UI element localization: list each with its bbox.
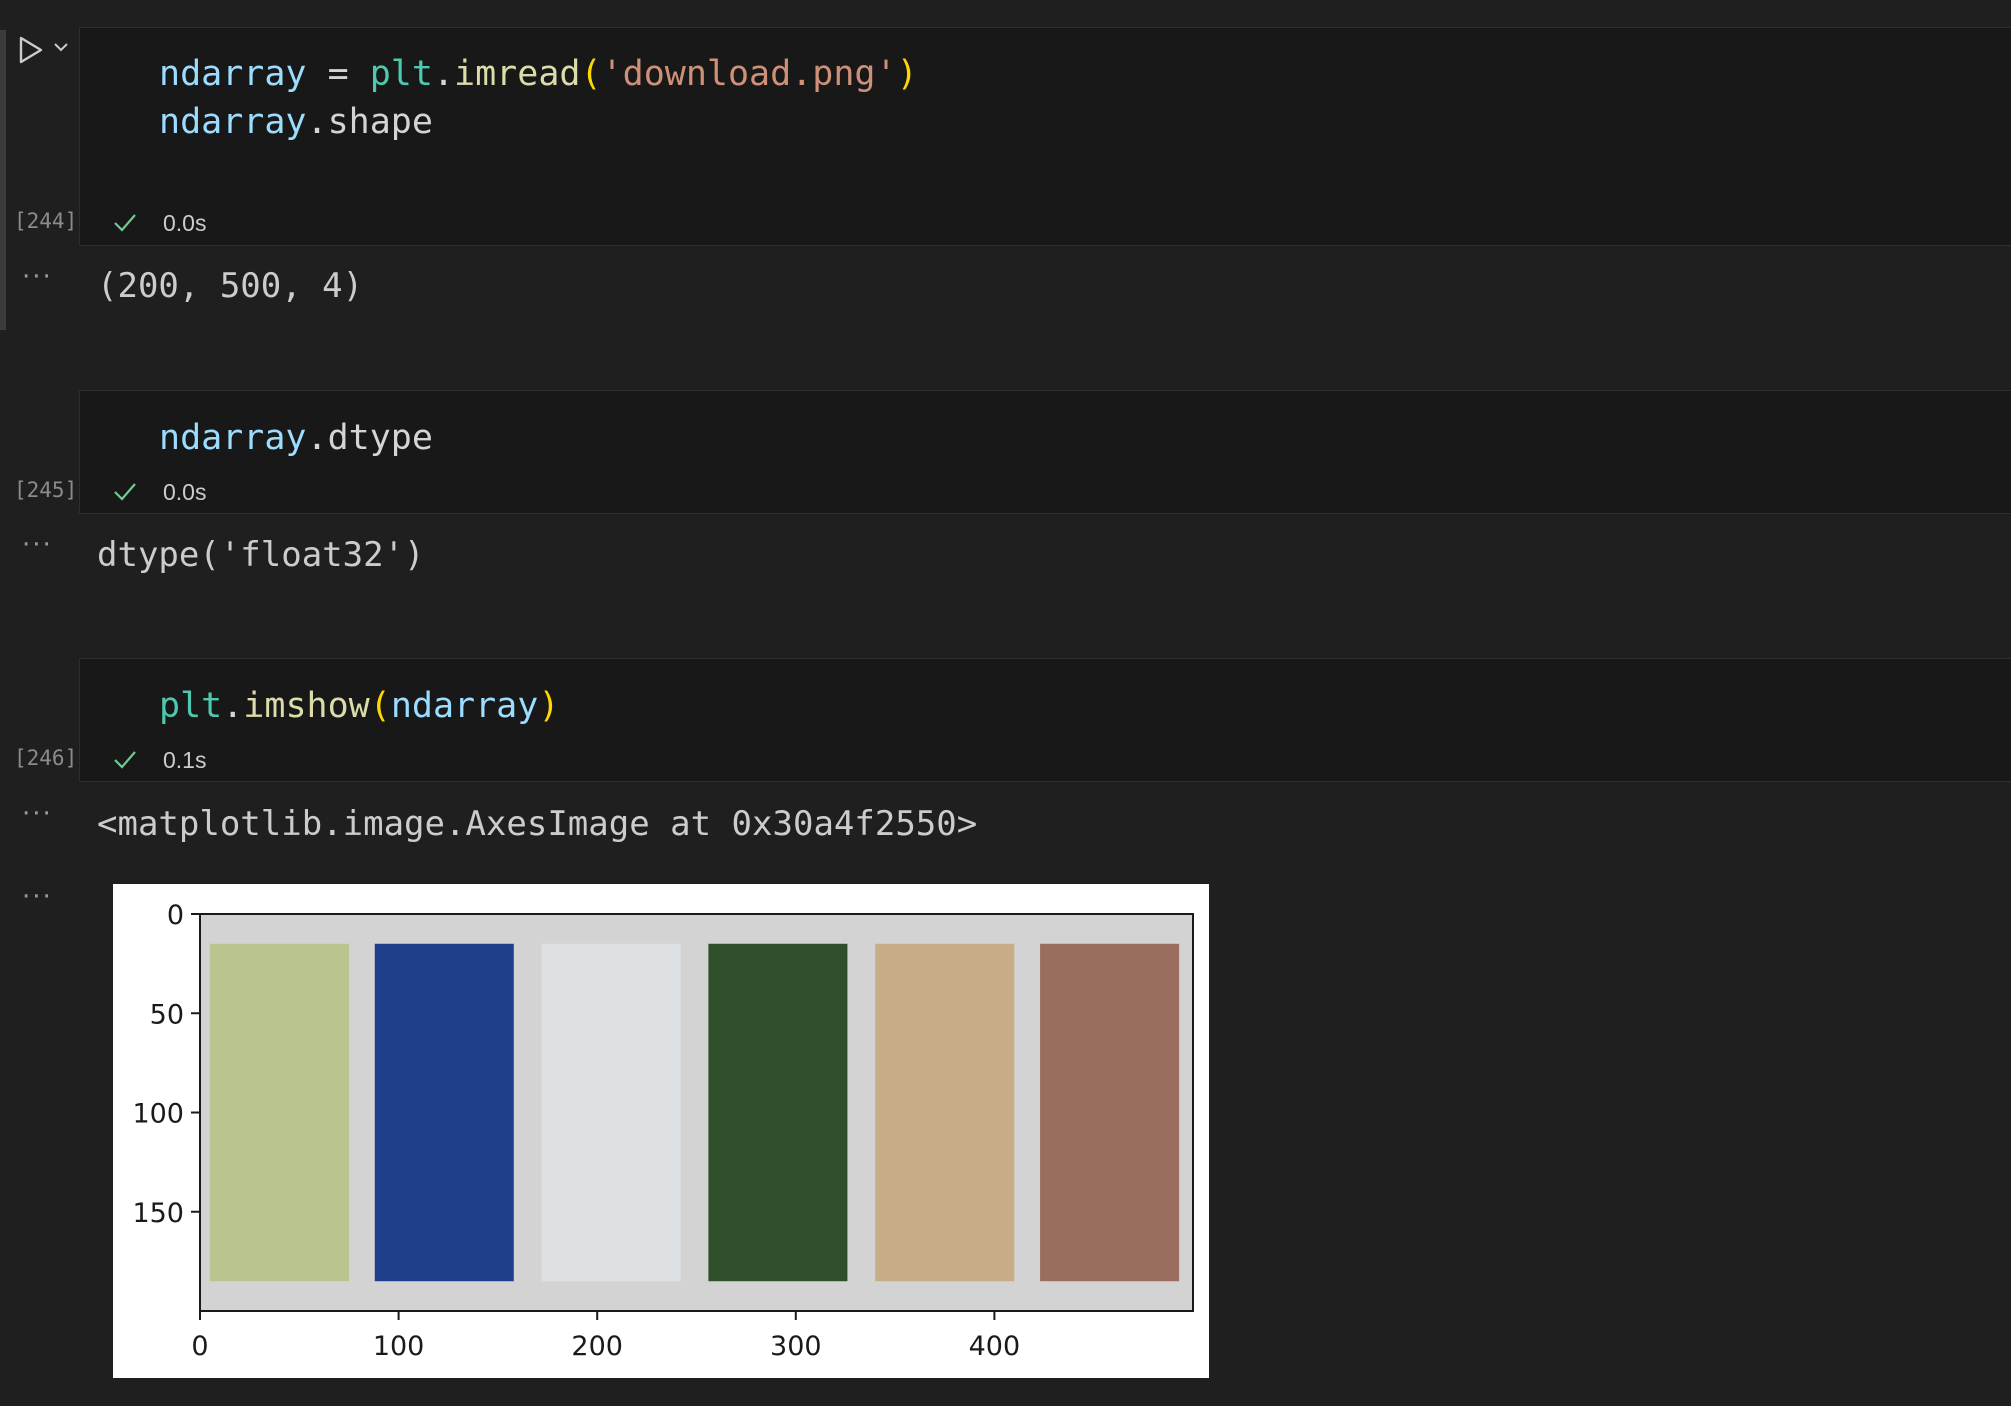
- image-panel-2: [374, 943, 514, 1282]
- output-focus-indicator: [0, 250, 6, 330]
- image-panel-6: [1040, 943, 1180, 1282]
- code-token: ): [896, 54, 918, 94]
- code-token: (: [369, 686, 391, 726]
- code-token: .shape: [306, 102, 433, 142]
- code-token: .: [432, 54, 455, 94]
- code-token: =: [306, 54, 370, 94]
- code-line[interactable]: ndarray.shape: [159, 98, 433, 146]
- execution-count: [244]: [14, 209, 78, 233]
- check-icon: [114, 214, 136, 232]
- execution-time: 0.1s: [163, 747, 207, 773]
- code-token: ndarray: [390, 686, 539, 726]
- cell-output: dtype('float32'): [97, 535, 425, 575]
- y-tick-label: 150: [132, 1198, 184, 1229]
- code-token: imshow: [243, 686, 370, 726]
- execution-time: 0.0s: [163, 479, 207, 505]
- output-toggle-button[interactable]: ···: [22, 799, 53, 829]
- image-panel-5: [875, 943, 1015, 1282]
- cell-output: (200, 500, 4): [97, 266, 364, 306]
- code-token: .dtype: [306, 418, 433, 458]
- x-tick-label: 100: [373, 1331, 425, 1362]
- output-toggle-button[interactable]: ···: [22, 262, 53, 292]
- code-token: imread: [454, 54, 581, 94]
- x-tick-label: 0: [191, 1331, 208, 1362]
- code-token: ndarray: [159, 102, 307, 142]
- code-token: plt: [369, 54, 433, 94]
- x-tick-label: 400: [969, 1331, 1021, 1362]
- y-tick-label: 50: [150, 999, 184, 1030]
- check-icon: [114, 483, 136, 501]
- code-token: .: [222, 686, 244, 726]
- y-tick-label: 0: [167, 900, 184, 931]
- execution-count: [246]: [14, 746, 78, 770]
- image-panel-3: [541, 943, 681, 1282]
- execution-count: [245]: [14, 478, 78, 502]
- matplotlib-figure: 0 100 200 300 400 0 50 100 150: [113, 884, 1209, 1378]
- code-token: 'download.png': [601, 54, 897, 94]
- code-token: ): [538, 686, 560, 726]
- x-tick-label: 300: [770, 1331, 822, 1362]
- check-icon: [114, 751, 136, 769]
- code-token: ndarray: [159, 418, 307, 458]
- plot-svg: 0 100 200 300 400 0 50 100 150: [132, 900, 1194, 1362]
- code-token: ndarray: [159, 54, 307, 94]
- code-line[interactable]: ndarray.dtype: [159, 414, 433, 462]
- image-panel-4: [708, 943, 848, 1282]
- code-token: (: [580, 54, 602, 94]
- output-toggle-button[interactable]: ···: [22, 882, 53, 912]
- x-tick-label: 200: [571, 1331, 623, 1362]
- code-line[interactable]: ndarray = plt.imread('download.png'): [159, 50, 918, 98]
- code-line[interactable]: plt.imshow(ndarray): [159, 682, 559, 730]
- y-tick-label: 100: [132, 1099, 184, 1130]
- play-icon[interactable]: [16, 34, 46, 66]
- output-toggle-button[interactable]: ···: [22, 530, 53, 560]
- image-panel-1: [209, 943, 349, 1282]
- cell-output: <matplotlib.image.AxesImage at 0x30a4f25…: [97, 804, 978, 844]
- execution-time: 0.0s: [163, 210, 207, 236]
- chevron-down-icon[interactable]: [52, 40, 70, 54]
- code-token: plt: [159, 686, 223, 726]
